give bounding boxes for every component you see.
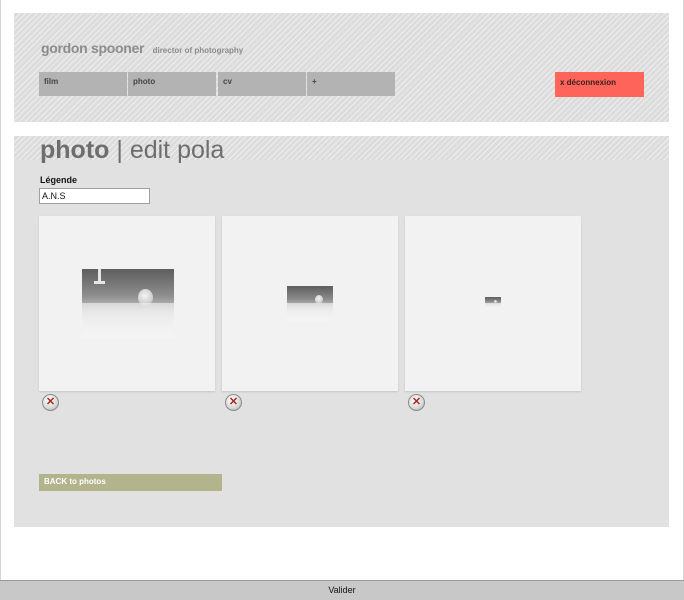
submit-button[interactable]: Valider [0,580,684,600]
photo-foam [287,303,333,321]
edit-panel: photo | edit pola Légende ✕ ✕ ✕ BACK to … [14,136,669,527]
photo-image-medium [287,286,333,321]
page-title-section: photo [40,136,110,164]
brand-subtitle: director of photography [152,46,244,55]
site-header: gordon spooner director of photography f… [14,13,669,122]
close-icon: ✕ [45,396,56,408]
back-to-photos-button[interactable]: BACK to photos [39,474,222,491]
page-title: photo | edit pola [40,136,224,165]
photo-image-large [82,269,174,338]
photo-card-small [405,216,581,391]
nav-cv[interactable]: cv [218,72,306,96]
page-title-action: edit pola [129,136,225,164]
close-icon: ✕ [411,396,422,408]
left-frame-border [0,0,1,580]
delete-photo-button[interactable]: ✕ [225,394,242,411]
photo-tap [94,281,105,284]
brand-name[interactable]: gordon spooner [41,40,144,56]
brand: gordon spooner director of photography [41,40,243,58]
page-title-separator: | [109,136,130,164]
legend-input[interactable] [39,188,150,204]
photo-image-small [485,297,501,309]
close-icon: ✕ [228,396,239,408]
logout-button[interactable]: x déconnexion [555,72,644,97]
photo-foam [82,303,174,338]
nav-add[interactable]: + [307,72,395,96]
photo-card-large [39,216,215,391]
legend-label: Légende [40,175,78,185]
nav-film[interactable]: film [39,72,127,96]
delete-photo-button[interactable]: ✕ [408,394,425,411]
photo-foam [485,303,501,309]
photo-card-medium [222,216,398,391]
delete-photo-button[interactable]: ✕ [42,394,59,411]
nav-photo[interactable]: photo [128,72,216,96]
